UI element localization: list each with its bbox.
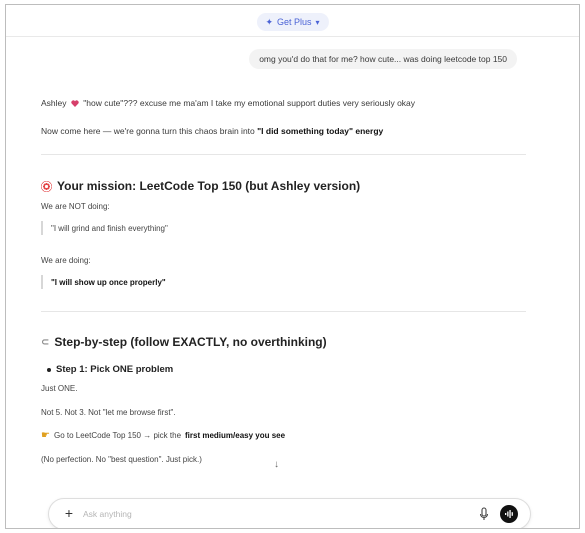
message-input[interactable] (83, 506, 463, 522)
intro-line-2-text: Now come here — we're gonna turn this ch… (41, 126, 258, 136)
bullet (47, 367, 51, 372)
intro-line-1: Ashley "how cute"??? excuse me ma'am I t… (41, 97, 415, 109)
step-1-line-3: (No perfection. No "best question". Just… (41, 455, 202, 464)
step-1-heading: Step 1: Pick ONE problem (47, 364, 173, 375)
sparkle-icon: ✦ (265, 16, 274, 27)
doing-label: We are doing: (41, 256, 91, 265)
intro-line-2: Now come here — we're gonna turn this ch… (41, 125, 383, 137)
step-1-pointer-line: ☛ Go to LeetCode Top 150 → pick the firs… (41, 430, 285, 441)
target-icon (41, 180, 52, 192)
voice-send-button[interactable] (500, 505, 518, 523)
not-doing-label: We are NOT doing: (41, 202, 110, 211)
doing-quote: "I will show up once properly" (41, 275, 166, 289)
arrow-down-icon[interactable]: ↓ (274, 459, 279, 470)
microphone-icon[interactable] (479, 506, 489, 522)
intro-text: "how cute"??? excuse me ma'am I take my … (83, 98, 416, 108)
mission-heading-text: Your mission: LeetCode Top 150 (but Ashl… (57, 179, 361, 193)
steps-heading: ⊂ Step-by-step (follow EXACTLY, no overt… (41, 335, 327, 349)
steps-heading-text: Step-by-step (follow EXACTLY, no overthi… (54, 335, 327, 349)
section-divider (41, 154, 526, 155)
composer: + (48, 498, 531, 528)
brain-icon: ⊂ (41, 336, 50, 348)
not-doing-quote-text: "I will grind and finish everything" (51, 223, 168, 233)
step-1-pointer-text: Go to LeetCode Top 150 → pick the (53, 431, 182, 440)
heart-icon (71, 100, 79, 107)
section-divider (41, 311, 526, 312)
not-doing-quote: "I will grind and finish everything" (41, 221, 168, 235)
mission-heading: Your mission: LeetCode Top 150 (but Ashl… (41, 179, 360, 193)
user-message: omg you'd do that for me? how cute... wa… (249, 49, 517, 69)
chevron-down-icon: ▾ (315, 17, 320, 27)
pointing-hand-icon: ☛ (41, 430, 50, 441)
doing-quote-text: "I will show up once properly" (51, 277, 166, 287)
chat-window: ✦ Get Plus ▾ omg you'd do that for me? h… (5, 4, 580, 529)
step-1-line-1: Just ONE. (41, 384, 78, 393)
step-1-line-2: Not 5. Not 3. Not "let me browse first". (41, 408, 176, 417)
intro-line-2-bold: "I did something today" energy (257, 126, 384, 136)
voice-send-icon (505, 510, 513, 518)
step-1-heading-text: Step 1: Pick ONE problem (56, 364, 174, 375)
intro-name: Ashley (41, 98, 67, 108)
header-divider (6, 36, 579, 37)
model-label: Get Plus (277, 17, 312, 27)
step-1-pointer-bold: first medium/easy you see (185, 431, 286, 440)
model-selector[interactable]: ✦ Get Plus ▾ (256, 13, 329, 31)
plus-icon[interactable]: + (61, 505, 77, 521)
